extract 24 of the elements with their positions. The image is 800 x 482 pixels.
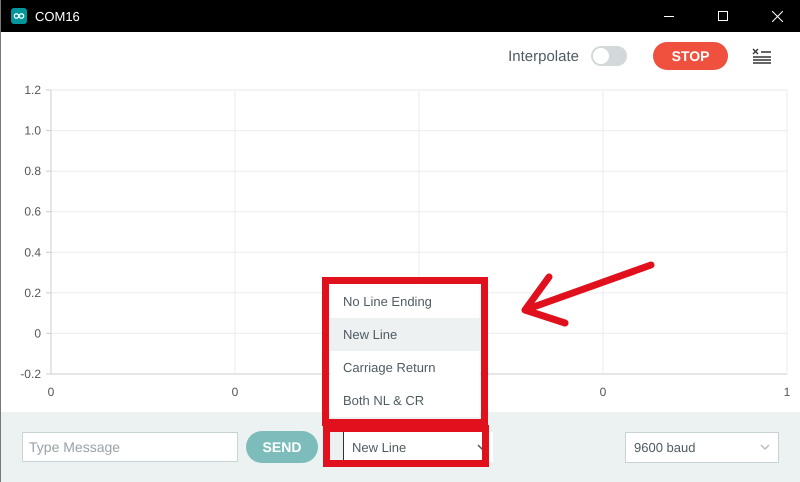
interpolate-label: Interpolate xyxy=(508,48,579,64)
maximize-icon[interactable] xyxy=(718,11,728,21)
x-tick-label: 0 xyxy=(232,385,238,399)
baud-dropdown[interactable]: 9600 baud xyxy=(625,432,779,462)
interpolate-toggle[interactable] xyxy=(591,46,627,66)
app-logo-icon xyxy=(11,8,27,24)
window-title: COM16 xyxy=(35,8,81,24)
x-tick-label: 0 xyxy=(48,385,54,399)
y-tick-label: 1.0 xyxy=(24,124,41,138)
y-tick-label: 0.8 xyxy=(24,164,41,178)
message-field[interactable]: Type Message xyxy=(22,432,238,462)
y-tick-label: 0.2 xyxy=(24,286,41,300)
menu-item[interactable]: New Line xyxy=(330,318,480,351)
clear-list-icon[interactable] xyxy=(752,48,772,64)
x-tick-label: 0 xyxy=(600,385,606,399)
close-icon[interactable] xyxy=(772,10,782,22)
x-tick-label: 1 xyxy=(784,385,790,399)
y-tick-label: 0.6 xyxy=(24,204,41,219)
chevron-icon xyxy=(760,444,770,450)
y-tick-label: -0.2 xyxy=(20,367,41,381)
y-tick-label: 0 xyxy=(34,326,41,340)
y-tick-label: 1.2 xyxy=(24,83,41,97)
y-tick-label: 0.4 xyxy=(24,245,41,260)
stop-button[interactable]: STOP xyxy=(653,42,728,70)
